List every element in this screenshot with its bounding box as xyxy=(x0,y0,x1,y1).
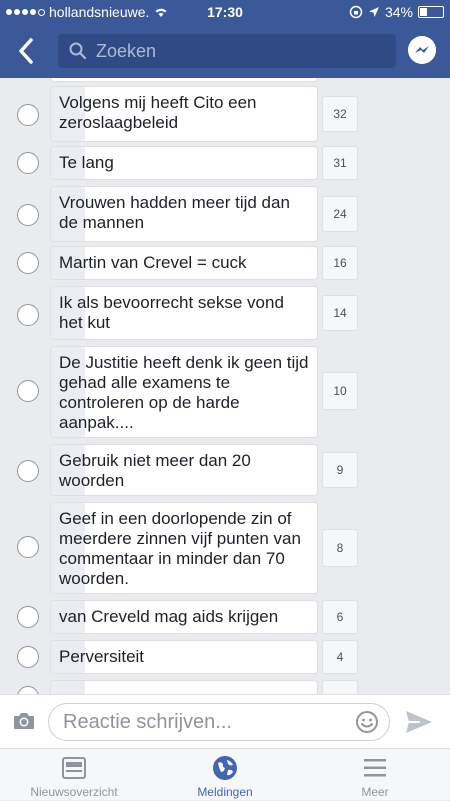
option-text: Perversiteit xyxy=(59,647,145,666)
tab-notifications[interactable]: Meldingen xyxy=(180,749,270,801)
option-radio[interactable] xyxy=(17,686,39,694)
vote-count[interactable]: 14 xyxy=(322,295,358,331)
option-radio[interactable] xyxy=(17,536,39,558)
option-card[interactable]: Ik als bevoorrecht sekse vond het kut xyxy=(50,286,318,340)
option-text: van Creveld mag aids krijgen xyxy=(59,607,279,626)
search-input[interactable] xyxy=(94,39,388,63)
vote-count[interactable]: 31 xyxy=(322,146,358,180)
location-arrow-icon xyxy=(368,7,379,17)
option-card[interactable]: Te lang xyxy=(50,146,318,180)
search-icon xyxy=(69,42,87,60)
option-card[interactable]: Geef in een doorlopende zin of meerdere … xyxy=(50,502,318,594)
option-radio[interactable] xyxy=(17,104,39,126)
camera-icon[interactable] xyxy=(12,711,36,731)
option-text: Vrouwen hadden meer tijd dan de mannen xyxy=(59,193,290,232)
news-feed-icon xyxy=(62,757,86,779)
vote-count[interactable]: 10 xyxy=(322,372,358,410)
tab-news-feed[interactable]: Nieuwsoverzicht xyxy=(14,749,134,801)
option-card[interactable]: van Creveld mag aids krijgen xyxy=(50,600,318,634)
rotation-lock-icon xyxy=(349,5,363,19)
option-text: Te lang xyxy=(59,153,114,172)
option-text: Ik als bevoorrecht sekse vond het kut xyxy=(59,293,284,332)
battery-icon xyxy=(418,6,444,18)
option-text: De Justitie heeft denk ik geen tijd geha… xyxy=(59,353,309,432)
vote-count[interactable] xyxy=(322,680,358,694)
vote-count[interactable]: 4 xyxy=(322,640,358,674)
option-radio[interactable] xyxy=(17,152,39,174)
option-card[interactable]: Volgens mij heeft Cito een zeroslaagbele… xyxy=(50,86,318,142)
back-arrow-icon[interactable] xyxy=(14,36,38,66)
search-bar[interactable] xyxy=(58,34,396,68)
nav-bar xyxy=(0,24,450,78)
tab-label: Meer xyxy=(361,785,389,799)
battery-percent: 34% xyxy=(384,4,413,20)
vote-count[interactable]: 32 xyxy=(322,96,358,132)
vote-count[interactable]: 9 xyxy=(322,452,358,488)
globe-icon xyxy=(213,756,237,780)
option-radio[interactable] xyxy=(17,380,39,402)
option-radio[interactable] xyxy=(17,304,39,326)
option-text: Martin van Crevel = cuck xyxy=(59,253,247,272)
option-text: Geef in een doorlopende zin of meerdere … xyxy=(59,509,301,588)
vote-count[interactable]: 16 xyxy=(322,246,358,280)
option-radio[interactable] xyxy=(17,460,39,482)
menu-icon xyxy=(364,759,386,777)
option-card[interactable] xyxy=(50,680,318,694)
comment-composer xyxy=(0,694,450,748)
vote-count[interactable]: 8 xyxy=(322,529,358,567)
emoji-icon[interactable] xyxy=(355,710,379,734)
option-text: Volgens mij heeft Cito een zeroslaagbele… xyxy=(59,93,257,132)
status-right: 34% xyxy=(349,4,444,20)
tab-label: Meldingen xyxy=(197,785,253,799)
status-bar: hollandsnieuwe. 17:30 34% xyxy=(0,0,450,24)
option-card[interactable]: Vrouwen hadden meer tijd dan de mannen xyxy=(50,186,318,242)
poll-options-list: Volgens mij heeft Cito een zeroslaagbele… xyxy=(0,78,450,694)
option-radio[interactable] xyxy=(17,252,39,274)
option-radio[interactable] xyxy=(17,606,39,628)
tab-more[interactable]: Meer xyxy=(340,749,410,801)
send-icon[interactable] xyxy=(404,709,434,735)
comment-input[interactable] xyxy=(61,709,345,735)
option-card[interactable]: Martin van Crevel = cuck xyxy=(50,246,318,280)
messenger-icon[interactable] xyxy=(408,36,436,64)
option-radio[interactable] xyxy=(17,204,39,226)
option-text: Gebruik niet meer dan 20 woorden xyxy=(59,451,251,490)
tab-label: Nieuwsoverzicht xyxy=(30,785,118,799)
option-radio[interactable] xyxy=(17,646,39,668)
option-card[interactable]: Perversiteit xyxy=(50,640,318,674)
vote-count[interactable]: 24 xyxy=(322,196,358,232)
comment-field[interactable] xyxy=(48,703,390,741)
vote-count[interactable]: 6 xyxy=(322,600,358,634)
option-card[interactable]: Gebruik niet meer dan 20 woorden xyxy=(50,444,318,496)
tab-bar: Nieuwsoverzicht Meldingen Meer xyxy=(0,748,450,800)
option-card[interactable]: De Justitie heeft denk ik geen tijd geha… xyxy=(50,346,318,438)
previous-option-stub xyxy=(50,78,318,82)
